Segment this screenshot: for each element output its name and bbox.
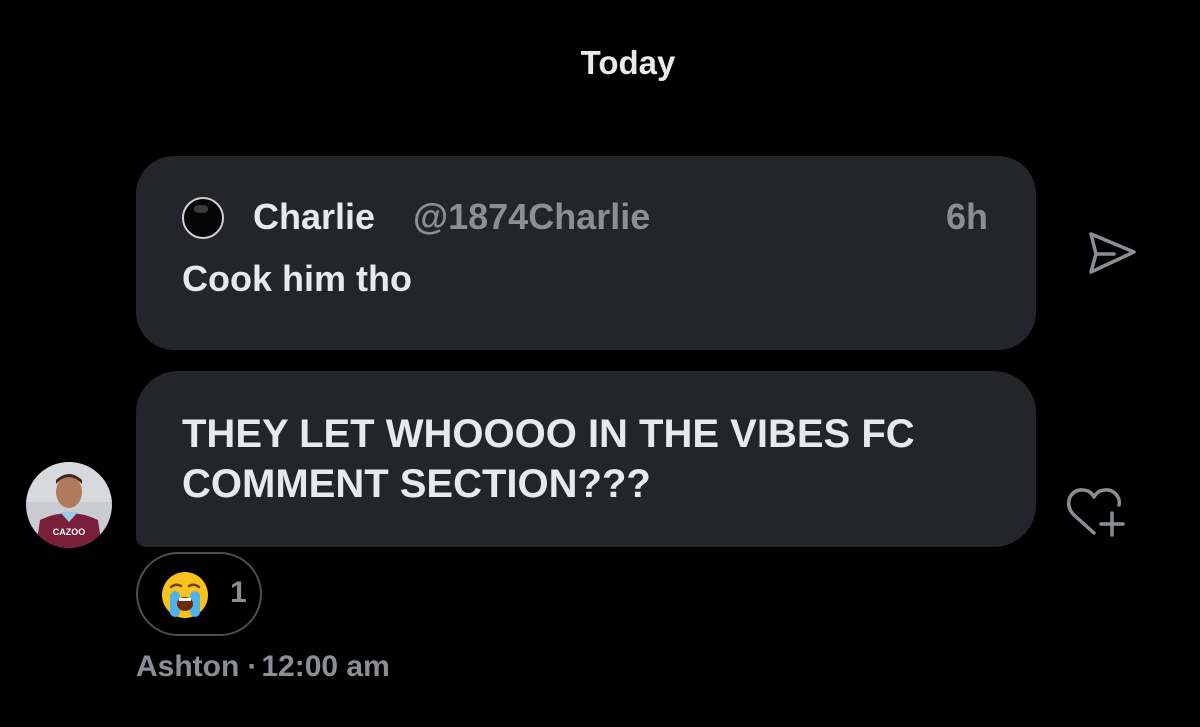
quoted-author-name[interactable]: Charlie xyxy=(253,196,375,238)
sender-avatar[interactable]: CAZOO xyxy=(26,462,112,548)
quoted-post-time: 6h xyxy=(945,196,988,237)
quoted-post-card[interactable]: Charlie @1874Charlie 6h Cook him tho xyxy=(136,156,1036,350)
quoted-author-handle[interactable]: @1874Charlie xyxy=(413,196,650,238)
message-bubble[interactable]: THEY LET WHOOOO IN THE VIBES FC COMMENT … xyxy=(136,371,1036,547)
reaction-pill[interactable]: 1 xyxy=(136,552,262,636)
heart-plus-icon[interactable] xyxy=(1064,485,1128,541)
quoted-post-text: Cook him tho xyxy=(182,258,412,299)
message-text: THEY LET WHOOOO IN THE VIBES FC COMMENT … xyxy=(182,412,915,506)
loudly-crying-face-icon xyxy=(160,570,210,620)
message-meta: Ashton · 12:00 am xyxy=(136,650,390,684)
message-time: 12:00 am xyxy=(261,650,390,683)
date-header: Today xyxy=(580,44,676,81)
sender-name: Ashton xyxy=(136,650,240,683)
quoted-author-avatar[interactable] xyxy=(182,197,224,239)
share-arrow-icon[interactable] xyxy=(1086,228,1138,278)
reaction-count: 1 xyxy=(230,576,247,609)
avatar-shirt-text: CAZOO xyxy=(53,527,86,537)
meta-separator: · xyxy=(247,650,258,683)
